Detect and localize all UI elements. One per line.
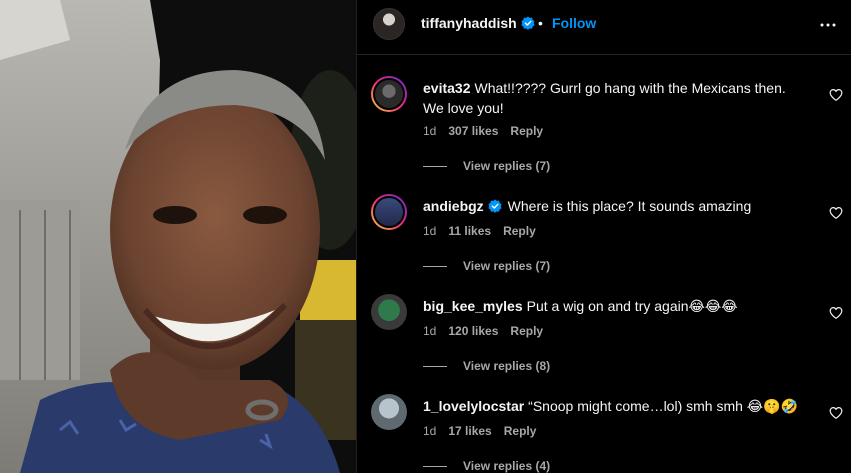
replies-divider	[423, 265, 447, 267]
commenter-avatar[interactable]	[371, 194, 407, 230]
reply-button[interactable]: Reply	[503, 224, 536, 238]
comment-username[interactable]: andiebgz	[423, 198, 484, 214]
heart-icon[interactable]	[829, 88, 843, 102]
comment-age: 1d	[423, 224, 437, 238]
comment-text: evita32 What!!???? Gurrl go hang with the…	[423, 78, 803, 118]
post-photo	[0, 0, 356, 473]
comment-meta: 1d 11 likes Reply	[423, 224, 548, 238]
comment-body: “Snoop might come…lol) smh smh 😂🤫🤣	[528, 398, 799, 414]
view-replies-button[interactable]: View replies (7)	[423, 159, 550, 173]
comment-body: Where is this place? It sounds amazing	[507, 198, 752, 214]
author-avatar[interactable]	[373, 8, 405, 40]
more-options-icon[interactable]	[819, 16, 837, 34]
follow-button[interactable]: Follow	[552, 15, 596, 31]
comment-meta: 1d 120 likes Reply	[423, 324, 555, 338]
heart-icon[interactable]	[829, 306, 843, 320]
author-username[interactable]: tiffanyhaddish	[421, 15, 535, 31]
view-replies-button[interactable]: View replies (8)	[423, 359, 550, 373]
separator-dot: •	[538, 15, 543, 31]
reply-button[interactable]: Reply	[510, 124, 543, 138]
comment-body: Put a wig on and try again😂😂😂	[526, 298, 738, 314]
comment-age: 1d	[423, 124, 437, 138]
comment-likes[interactable]: 307 likes	[448, 124, 498, 138]
comment-likes[interactable]: 17 likes	[448, 424, 491, 438]
commenter-avatar[interactable]	[371, 76, 407, 112]
comment-username[interactable]: evita32	[423, 80, 470, 96]
comment-text: big_kee_myles Put a wig on and try again😂…	[423, 296, 803, 316]
verified-badge-icon	[521, 16, 535, 30]
view-replies-label[interactable]: View replies (8)	[463, 359, 550, 373]
comment-text: 1_lovelylocstar “Snoop might come…lol) sm…	[423, 396, 803, 416]
heart-icon[interactable]	[829, 206, 843, 220]
post-view: tiffanyhaddish • Follow evita32 What!!???…	[0, 0, 851, 473]
comment-username[interactable]: big_kee_myles	[423, 298, 523, 314]
view-replies-button[interactable]: View replies (7)	[423, 259, 550, 273]
comment-likes[interactable]: 120 likes	[448, 324, 498, 338]
author-username-text[interactable]: tiffanyhaddish	[421, 15, 517, 31]
commenter-avatar[interactable]	[371, 294, 407, 330]
post-header: tiffanyhaddish • Follow	[357, 0, 851, 55]
comment-age: 1d	[423, 324, 437, 338]
view-replies-label[interactable]: View replies (7)	[463, 159, 550, 173]
post-media[interactable]	[0, 0, 356, 473]
comment-meta: 1d 17 likes Reply	[423, 424, 548, 438]
view-replies-label[interactable]: View replies (7)	[463, 259, 550, 273]
comment-age: 1d	[423, 424, 437, 438]
heart-icon[interactable]	[829, 406, 843, 420]
comment-username[interactable]: 1_lovelylocstar	[423, 398, 524, 414]
view-replies-label[interactable]: View replies (4)	[463, 459, 550, 473]
verified-badge-icon	[488, 199, 502, 213]
reply-button[interactable]: Reply	[510, 324, 543, 338]
comment-meta: 1d 307 likes Reply	[423, 124, 555, 138]
comment-text: andiebgz Where is this place? It sounds …	[423, 196, 803, 216]
reply-button[interactable]: Reply	[504, 424, 537, 438]
comment-body: What!!???? Gurrl go hang with the Mexica…	[423, 80, 786, 116]
view-replies-button[interactable]: View replies (4)	[423, 459, 550, 473]
comment-likes[interactable]: 11 likes	[448, 224, 491, 238]
replies-divider	[423, 465, 447, 467]
commenter-avatar[interactable]	[371, 394, 407, 430]
replies-divider	[423, 365, 447, 367]
replies-divider	[423, 165, 447, 167]
comments-panel: tiffanyhaddish • Follow evita32 What!!???…	[356, 0, 851, 473]
